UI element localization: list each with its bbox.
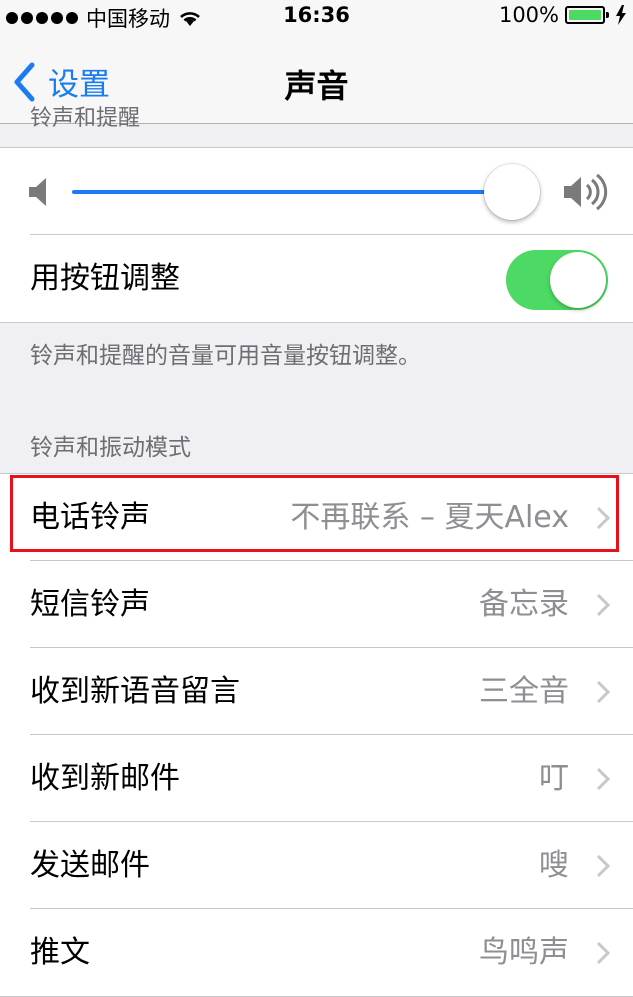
battery-icon: [565, 6, 609, 24]
sound-row-value: 三全音: [479, 674, 569, 709]
sound-row-label: 推文: [30, 935, 90, 970]
toggle-knob: [550, 252, 606, 308]
change-with-buttons-row: 用按钮调整: [0, 235, 633, 322]
sound-row-value: 嗖: [539, 848, 569, 883]
sound-row-new-voicemail[interactable]: 收到新语音留言 三全音: [0, 648, 633, 735]
change-with-buttons-toggle[interactable]: [506, 250, 608, 310]
ringer-footer-note: 铃声和提醒的音量可用音量按钮调整。: [30, 343, 421, 369]
status-bar: 中国移动 16:36 100%: [0, 0, 633, 33]
chevron-right-icon: [596, 941, 611, 965]
volume-row: [0, 148, 633, 235]
volume-slider-thumb[interactable]: [484, 164, 540, 220]
battery-percent: 100%: [498, 3, 559, 27]
sound-row-label: 收到新语音留言: [30, 674, 240, 709]
sound-row-text-tone[interactable]: 短信铃声 备忘录: [0, 561, 633, 648]
status-bar-right: 100%: [499, 3, 627, 27]
ringer-group: 用按钮调整: [0, 147, 633, 323]
sound-row-label: 短信铃声: [30, 587, 150, 622]
sound-row-sent-mail[interactable]: 发送邮件 嗖: [0, 822, 633, 909]
chevron-right-icon: [596, 593, 611, 617]
sounds-section-header: 铃声和振动模式: [30, 435, 191, 461]
ringer-section-header: 铃声和提醒: [30, 106, 141, 131]
speaker-low-icon: [29, 178, 46, 206]
sound-row-value: 鸟鸣声: [479, 935, 569, 970]
sound-row-label: 收到新邮件: [30, 761, 180, 796]
highlight-box: [10, 475, 619, 552]
sound-row-value: 叮: [539, 761, 569, 796]
change-with-buttons-label: 用按钮调整: [30, 261, 180, 296]
chevron-right-icon: [596, 680, 611, 704]
speaker-high-icon: [564, 173, 608, 211]
sound-row-value: 备忘录: [479, 587, 569, 622]
sound-row-tweet[interactable]: 推文 鸟鸣声: [0, 909, 633, 996]
chevron-right-icon: [596, 854, 611, 878]
volume-slider-track[interactable]: [72, 190, 512, 194]
sound-row-new-mail[interactable]: 收到新邮件 叮: [0, 735, 633, 822]
sound-row-label: 发送邮件: [30, 848, 150, 883]
chevron-right-icon: [596, 767, 611, 791]
charging-bolt-icon: [616, 5, 626, 25]
